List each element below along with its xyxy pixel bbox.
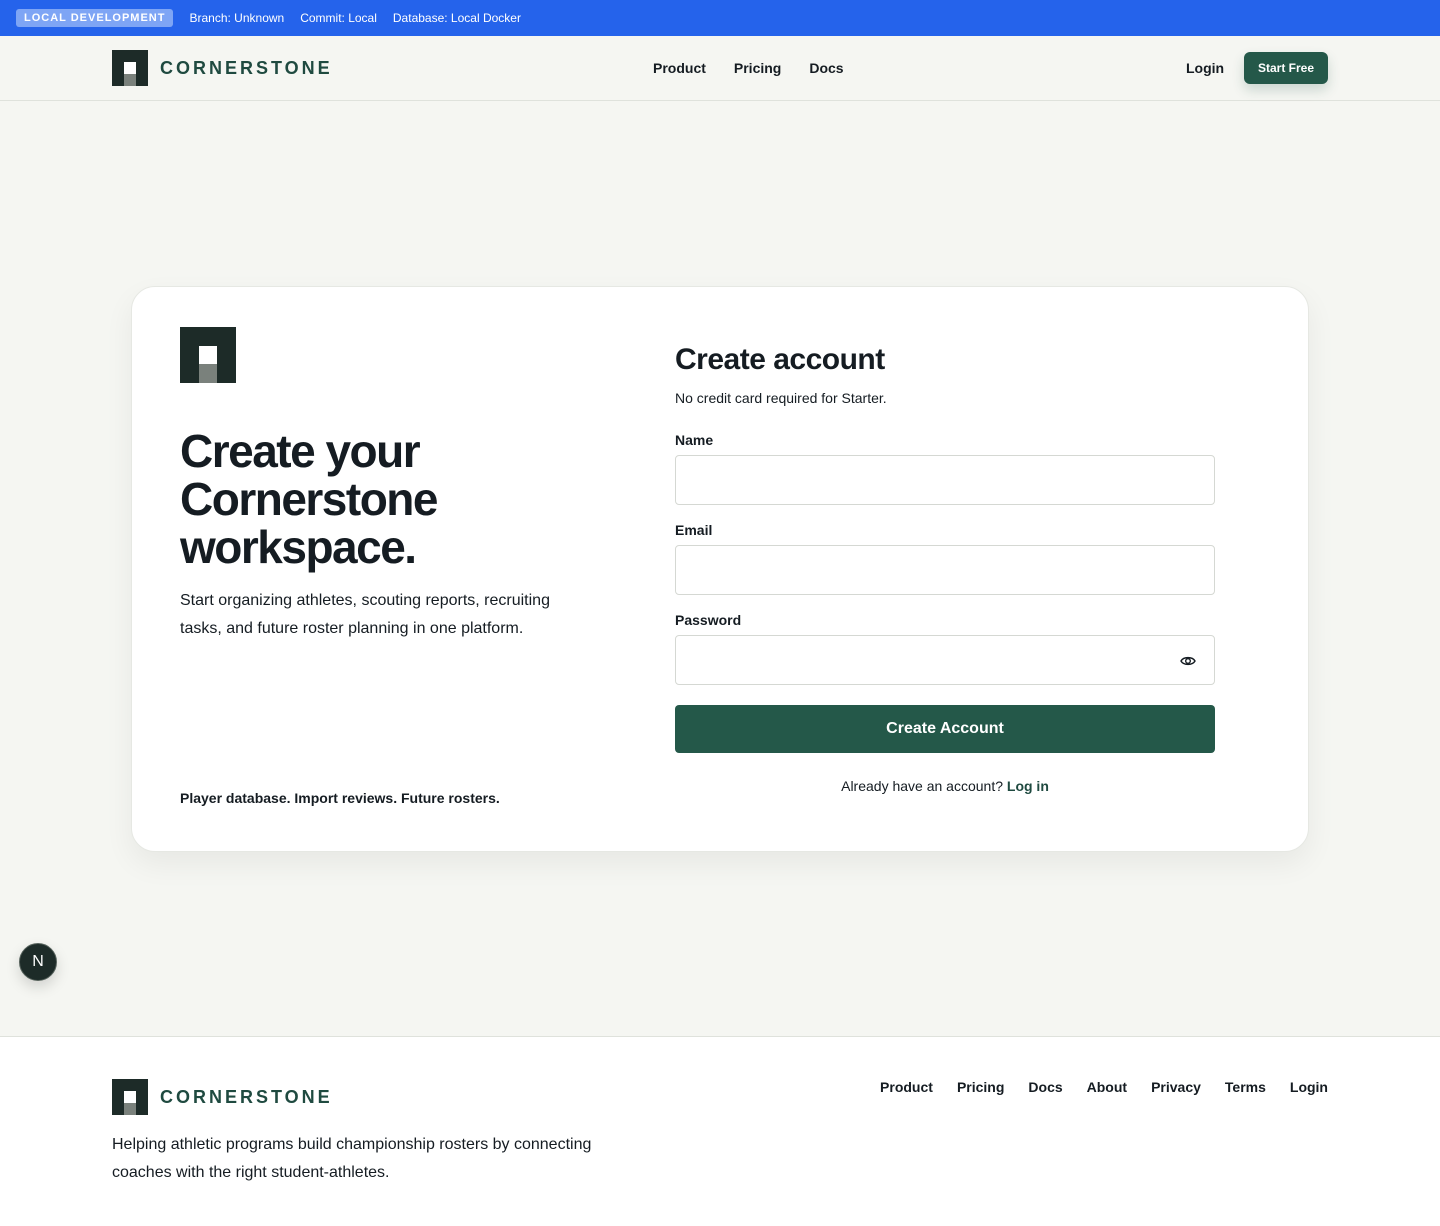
password-field-wrapper xyxy=(675,635,1215,685)
footer-nav-terms[interactable]: Terms xyxy=(1225,1079,1266,1095)
footer-brand-name: CORNERSTONE xyxy=(160,1087,333,1107)
create-account-button[interactable]: Create Account xyxy=(675,705,1215,753)
branch-info: Branch: Unknown xyxy=(189,11,285,25)
name-label: Name xyxy=(675,432,714,448)
start-free-button[interactable]: Start Free xyxy=(1244,52,1328,84)
footer-nav-docs[interactable]: Docs xyxy=(1028,1079,1062,1095)
footer-nav-about[interactable]: About xyxy=(1087,1079,1127,1095)
feature-tagline: Player database. Import reviews. Future … xyxy=(180,790,500,806)
footer-nav: Product Pricing Docs About Privacy Terms… xyxy=(880,1079,1328,1095)
database-info: Database: Local Docker xyxy=(392,11,521,25)
cornerstone-logo-icon xyxy=(112,1079,148,1115)
site-footer: CORNERSTONE Product Pricing Docs About P… xyxy=(0,1036,1440,1226)
signin-prompt-text: Already have an account? xyxy=(841,778,1003,794)
cornerstone-logo-icon xyxy=(180,327,236,383)
name-field-wrapper xyxy=(675,455,1215,505)
hero-description: Start organizing athletes, scouting repo… xyxy=(180,592,550,637)
dev-tools-indicator[interactable]: N xyxy=(19,943,57,981)
signup-card: Create your Cornerstone workspace. Start… xyxy=(131,286,1309,852)
cornerstone-logo-icon[interactable] xyxy=(112,50,148,86)
environment-badge: LOCAL DEVELOPMENT xyxy=(16,9,174,27)
dev-environment-bar: LOCAL DEVELOPMENT Branch: Unknown Commit… xyxy=(0,0,1440,36)
footer-nav-privacy[interactable]: Privacy xyxy=(1151,1079,1201,1095)
nav-product[interactable]: Product xyxy=(653,60,706,76)
password-input[interactable] xyxy=(676,636,1214,684)
eye-icon[interactable] xyxy=(1180,653,1196,669)
hero-title: Create your Cornerstone workspace. xyxy=(180,425,438,573)
brand-name[interactable]: CORNERSTONE xyxy=(160,58,333,79)
commit-info: Commit: Local xyxy=(300,11,377,25)
nav-docs[interactable]: Docs xyxy=(809,60,843,76)
footer-nav-login[interactable]: Login xyxy=(1290,1079,1328,1095)
password-label: Password xyxy=(675,612,742,628)
form-title: Create account xyxy=(675,343,885,376)
footer-nav-product[interactable]: Product xyxy=(880,1079,933,1095)
main-nav: Product Pricing Docs xyxy=(653,36,844,100)
form-subtitle: No credit card required for Starter. xyxy=(675,390,887,406)
signin-prompt: Already have an account? Log in xyxy=(675,778,1215,794)
nav-pricing[interactable]: Pricing xyxy=(734,60,781,76)
login-link[interactable]: Log in xyxy=(1007,778,1049,794)
site-header: CORNERSTONE Product Pricing Docs Login S… xyxy=(0,36,1440,101)
email-label: Email xyxy=(675,522,713,538)
footer-nav-pricing[interactable]: Pricing xyxy=(957,1079,1004,1095)
footer-tagline: Helping athletic programs build champion… xyxy=(112,1136,592,1181)
email-input[interactable] xyxy=(676,546,1214,594)
header-login-link[interactable]: Login xyxy=(1186,36,1224,100)
email-field-wrapper xyxy=(675,545,1215,595)
name-input[interactable] xyxy=(676,456,1214,504)
